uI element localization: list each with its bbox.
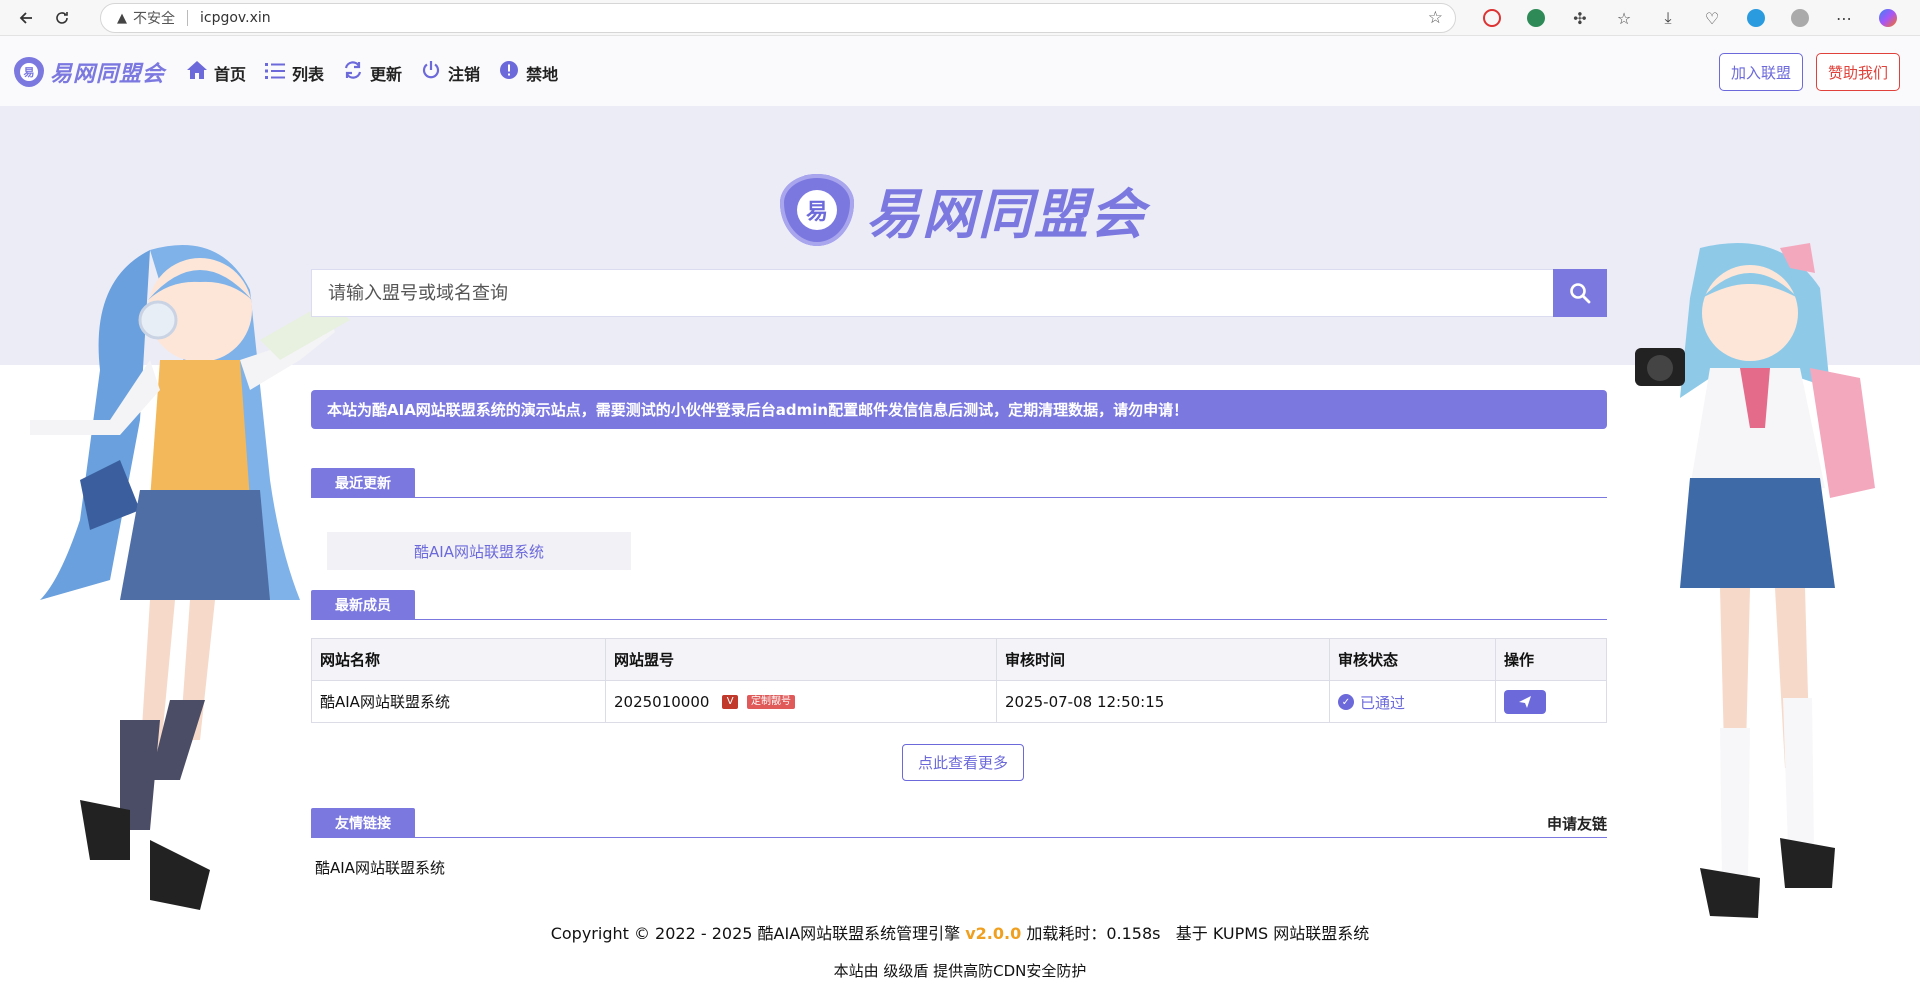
shield-logo-icon: 易 (780, 173, 854, 246)
view-more-button[interactable]: 点此查看更多 (902, 744, 1024, 781)
nav-item-update[interactable]: 更新 (342, 60, 402, 85)
logo-text: 易网同盟会 (50, 62, 166, 87)
search-button[interactable] (1553, 269, 1607, 317)
section-tab: 友情链接 (311, 808, 415, 838)
download-icon[interactable]: ⤓ (1646, 0, 1690, 36)
version-text: v2.0.0 (965, 924, 1022, 943)
home-icon (186, 60, 208, 85)
nav-item-list[interactable]: 列表 (264, 61, 324, 85)
site-header: 易 易网同盟会 首页 列表 更新 注销 禁地 加入联盟 赞助我们 (0, 36, 1920, 106)
extension-red-icon[interactable] (1470, 0, 1514, 36)
nav-label: 注销 (448, 64, 481, 84)
nav-item-home[interactable]: 首页 (186, 60, 246, 85)
nav-item-logout[interactable]: 注销 (420, 60, 480, 85)
recent-update-item[interactable]: 酷AIA网站联盟系统 (327, 532, 631, 570)
section-tab: 最新成员 (311, 590, 415, 620)
browser-toolbar: ▲ 不安全 icpgov.xin ☆ ✣ ☆ ⤓ ♡ ⋯ (0, 0, 1920, 36)
nav-label: 更新 (370, 64, 403, 84)
friend-link-item[interactable]: 酷AIA网站联盟系统 (315, 857, 445, 878)
notice-banner: 本站为酷AIA网站联盟系统的演示站点，需要测试的小伙伴登录后台admin配置邮件… (311, 390, 1607, 429)
vip-badge: V (722, 695, 739, 709)
url-text: icpgov.xin (200, 10, 271, 26)
donate-button[interactable]: 赞助我们 (1816, 53, 1901, 91)
footer-copyright: Copyright © 2022 - 2025 酷AIA网站联盟系统管理引擎 v… (0, 920, 1920, 944)
nav-label: 首页 (214, 64, 247, 84)
status-badge: ✓ 已通过 (1338, 692, 1405, 713)
friend-links-header: 友情链接 申请友链 (311, 808, 1607, 838)
main-nav: 首页 列表 更新 注销 禁地 (186, 60, 576, 85)
search-bar (311, 269, 1607, 317)
nav-label: 列表 (292, 64, 325, 84)
hero-logo: 易 易网同盟会 (780, 170, 1146, 249)
browser-extensions: ✣ ☆ ⤓ ♡ ⋯ (1470, 0, 1910, 36)
table-header-row: 网站名称 网站盟号 审核时间 审核状态 操作 (311, 638, 1607, 681)
based-on-text[interactable]: 基于 KUPMS 网站联盟系统 (1176, 924, 1370, 943)
check-circle-icon: ✓ (1338, 694, 1354, 710)
column-header: 审核时间 (996, 638, 1330, 681)
heart-pulse-icon[interactable]: ♡ (1690, 0, 1734, 36)
search-input[interactable] (311, 269, 1553, 317)
column-header: 操作 (1495, 638, 1607, 681)
members-table: 网站名称 网站盟号 审核时间 审核状态 操作 酷AIA网站联盟系统 202501… (311, 638, 1607, 723)
status-text: 已通过 (1360, 693, 1406, 712)
power-icon (420, 60, 442, 85)
join-alliance-button[interactable]: 加入联盟 (1719, 53, 1804, 91)
alert-icon (498, 60, 520, 85)
column-header: 网站名称 (311, 638, 606, 681)
site-name-cell[interactable]: 酷AIA网站联盟系统 (311, 680, 606, 723)
refresh-icon (342, 60, 364, 85)
warning-icon: ▲ (117, 10, 127, 26)
shield-logo-icon: 易 (14, 57, 44, 87)
send-icon (1519, 695, 1531, 708)
nav-label: 禁地 (526, 64, 559, 84)
more-icon[interactable]: ⋯ (1822, 0, 1866, 36)
back-icon[interactable] (8, 0, 44, 36)
reload-icon[interactable] (44, 0, 80, 36)
divider (187, 10, 188, 26)
insecure-label: 不安全 (133, 11, 175, 27)
copyright-text: Copyright © 2022 - 2025 酷AIA网站联盟系统管理引擎 (550, 924, 961, 943)
section-tab: 最近更新 (311, 468, 415, 498)
visit-site-button[interactable] (1504, 689, 1546, 714)
table-row: 酷AIA网站联盟系统 2025010000 V 定制靓号 2025-07-08 … (311, 680, 1607, 723)
site-number: 2025010000 (614, 692, 710, 711)
search-icon (1570, 283, 1591, 304)
nav-item-forbidden[interactable]: 禁地 (498, 60, 558, 85)
site-logo[interactable]: 易 易网同盟会 (14, 56, 165, 88)
list-icon (264, 61, 286, 85)
recent-updates-header: 最近更新 (311, 468, 1607, 498)
favorite-star-icon[interactable]: ☆ (1428, 8, 1443, 28)
load-time-text: 加载耗时：0.158s (1026, 924, 1161, 943)
footer-cdn: 本站由 级级盾 提供高防CDN安全防护 (833, 962, 1087, 980)
custom-number-badge: 定制靓号 (747, 695, 795, 709)
edge-icon[interactable] (1734, 0, 1778, 36)
copilot-icon[interactable] (1866, 0, 1910, 36)
hero-logo-text: 易网同盟会 (866, 183, 1146, 246)
column-header: 网站盟号 (605, 638, 997, 681)
address-bar[interactable]: ▲ 不安全 icpgov.xin ☆ (100, 3, 1456, 33)
review-time-cell: 2025-07-08 12:50:15 (996, 680, 1330, 723)
extension-green-icon[interactable] (1514, 0, 1558, 36)
profile-icon[interactable] (1778, 0, 1822, 36)
right-anime-girl-illustration (1635, 243, 1875, 918)
action-cell (1495, 680, 1607, 723)
new-members-header: 最新成员 (311, 590, 1607, 620)
column-header: 审核状态 (1329, 638, 1496, 681)
puzzle-icon[interactable]: ✣ (1558, 0, 1602, 36)
site-number-cell: 2025010000 V 定制靓号 (605, 680, 997, 723)
favorites-icon[interactable]: ☆ (1602, 0, 1646, 36)
review-status-cell: ✓ 已通过 (1329, 680, 1496, 723)
apply-friend-link[interactable]: 申请友链 (1547, 813, 1607, 834)
